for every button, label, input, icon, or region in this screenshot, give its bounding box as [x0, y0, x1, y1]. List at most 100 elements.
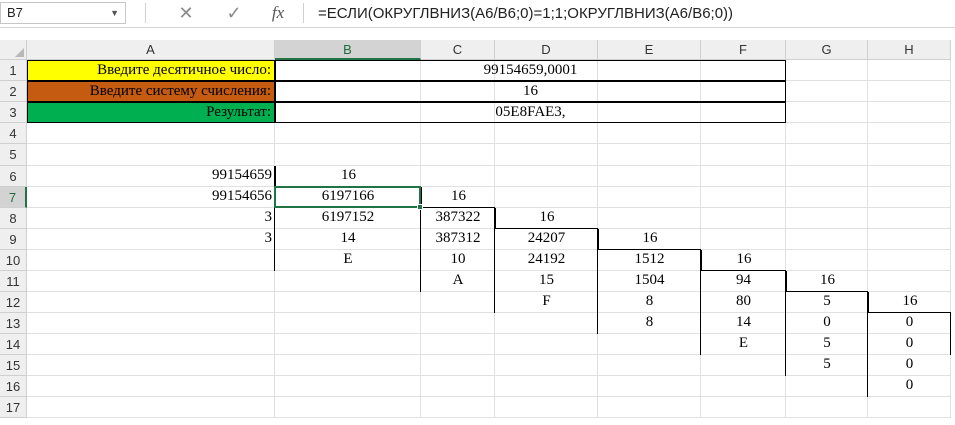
fill-handle[interactable] [417, 204, 423, 210]
cell-a3-label[interactable]: Результат: [27, 102, 275, 123]
select-all-corner[interactable] [0, 40, 27, 60]
cell-d9[interactable]: 24207 [495, 229, 598, 250]
confirm-icon[interactable]: ✓ [216, 0, 252, 26]
cell-h16[interactable]: 0 [868, 376, 951, 397]
division-border-b6 [275, 186, 421, 187]
row-header-8[interactable]: 8 [0, 208, 27, 229]
cell-f13[interactable]: 14 [701, 313, 786, 334]
formula-bar: B7 ▼ ✕ ✓ fx =ЕСЛИ(ОКРУГЛВНИЗ(A6/B6;0)=1;… [0, 0, 955, 28]
cell-b2-value[interactable]: 16 [275, 81, 786, 102]
cell-c10[interactable]: 10 [421, 250, 495, 271]
cell-f11[interactable]: 94 [701, 271, 786, 292]
cell-c7[interactable]: 16 [421, 187, 495, 208]
formula-bar-separator [145, 3, 146, 23]
name-box-value: B7 [7, 5, 23, 20]
cell-e11[interactable]: 1504 [598, 271, 701, 292]
column-header-d[interactable]: D [495, 40, 598, 60]
cell-g13[interactable]: 0 [786, 313, 868, 334]
row-header-6[interactable]: 6 [0, 166, 27, 187]
cell-f12[interactable]: 80 [701, 292, 786, 313]
cell-h14[interactable]: 0 [868, 334, 951, 355]
division-border-d [494, 208, 495, 313]
cell-e13[interactable]: 8 [598, 313, 701, 334]
row-header-15[interactable]: 15 [0, 355, 27, 376]
column-header-f[interactable]: F [701, 40, 786, 60]
gridline-horizontal [27, 417, 951, 418]
cell-a7[interactable]: 99154656 [27, 187, 275, 208]
cell-f10[interactable]: 16 [701, 250, 786, 271]
division-border-g [785, 271, 786, 376]
cell-d12[interactable]: F [495, 292, 598, 313]
row-header-4[interactable]: 4 [0, 123, 27, 144]
formula-bar-separator [303, 3, 304, 23]
row-header-3[interactable]: 3 [0, 102, 27, 123]
chevron-down-icon[interactable]: ▼ [110, 3, 119, 23]
gridline-horizontal [27, 143, 951, 144]
cell-d10[interactable]: 24192 [495, 250, 598, 271]
row-header-9[interactable]: 9 [0, 229, 27, 250]
column-header-b[interactable]: B [275, 40, 421, 60]
cell-h13[interactable]: 0 [868, 313, 951, 334]
division-border-g11 [786, 291, 868, 292]
row-header-12[interactable]: 12 [0, 292, 27, 313]
cell-c8[interactable]: 387322 [421, 208, 495, 229]
insert-function-icon[interactable]: fx [260, 0, 296, 26]
excel-window: B7 ▼ ✕ ✓ fx =ЕСЛИ(ОКРУГЛВНИЗ(A6/B6;0)=1;… [0, 0, 955, 425]
cell-b8[interactable]: 6197152 [275, 208, 421, 229]
column-header-g[interactable]: G [786, 40, 868, 60]
cell-g14[interactable]: 5 [786, 334, 868, 355]
row-header-17[interactable]: 17 [0, 397, 27, 418]
cell-g12[interactable]: 5 [786, 292, 868, 313]
division-border-c [420, 187, 421, 292]
cell-e10[interactable]: 1512 [598, 250, 701, 271]
division-border-b [274, 166, 275, 271]
division-border-h [867, 292, 868, 397]
cell-a1-label[interactable]: Введите десятичное число: [27, 60, 275, 81]
cancel-icon[interactable]: ✕ [168, 0, 204, 26]
cell-e9[interactable]: 16 [598, 229, 701, 250]
row-header-5[interactable]: 5 [0, 144, 27, 166]
cell-b6[interactable]: 16 [275, 166, 421, 187]
division-border-d8 [495, 228, 598, 229]
column-header-a[interactable]: A [27, 40, 275, 60]
column-header-c[interactable]: C [421, 40, 495, 60]
row-header-7[interactable]: 7 [0, 187, 27, 208]
name-box[interactable]: B7 ▼ [0, 2, 126, 24]
cell-g11[interactable]: 16 [786, 271, 868, 292]
cell-c9[interactable]: 387312 [421, 229, 495, 250]
division-border-c7 [421, 207, 495, 208]
cell-b3-value[interactable]: 05E8FAE3, [275, 102, 786, 123]
cell-b9[interactable]: 14 [275, 229, 421, 250]
division-border-e9 [598, 249, 701, 250]
row-header-14[interactable]: 14 [0, 334, 27, 355]
cell-f14[interactable]: E [701, 334, 786, 355]
cell-c11[interactable]: A [421, 271, 495, 292]
row-header-13[interactable]: 13 [0, 313, 27, 334]
row-header-11[interactable]: 11 [0, 271, 27, 292]
division-border-h12 [868, 312, 951, 313]
cell-b1-value[interactable]: 99154659,0001 [275, 60, 786, 81]
gridline-horizontal [27, 396, 951, 397]
cell-d11[interactable]: 15 [495, 271, 598, 292]
cell-g15[interactable]: 5 [786, 355, 868, 376]
cell-b10[interactable]: E [275, 250, 421, 271]
row-header-16[interactable]: 16 [0, 376, 27, 397]
formula-input[interactable]: =ЕСЛИ(ОКРУГЛВНИЗ(A6/B6;0)=1;1;ОКРУГЛВНИЗ… [318, 3, 733, 25]
cell-a9[interactable]: 3 [27, 229, 275, 250]
division-border-i [950, 313, 951, 355]
cell-e12[interactable]: 8 [598, 292, 701, 313]
division-border-e [597, 229, 598, 334]
column-header-h[interactable]: H [868, 40, 951, 60]
cell-d8[interactable]: 16 [495, 208, 598, 229]
cell-h15[interactable]: 0 [868, 355, 951, 376]
cell-a6[interactable]: 99154659 [27, 166, 275, 187]
cell-h12[interactable]: 16 [868, 292, 951, 313]
column-header-e[interactable]: E [598, 40, 701, 60]
cell-a2-label[interactable]: Введите систему счисления: [27, 81, 275, 102]
cell-a8[interactable]: 3 [27, 208, 275, 229]
row-header-2[interactable]: 2 [0, 81, 27, 102]
division-border-f10 [701, 270, 786, 271]
row-header-10[interactable]: 10 [0, 250, 27, 271]
row-header-1[interactable]: 1 [0, 60, 27, 81]
cell-b7[interactable]: 6197166 [275, 187, 421, 208]
